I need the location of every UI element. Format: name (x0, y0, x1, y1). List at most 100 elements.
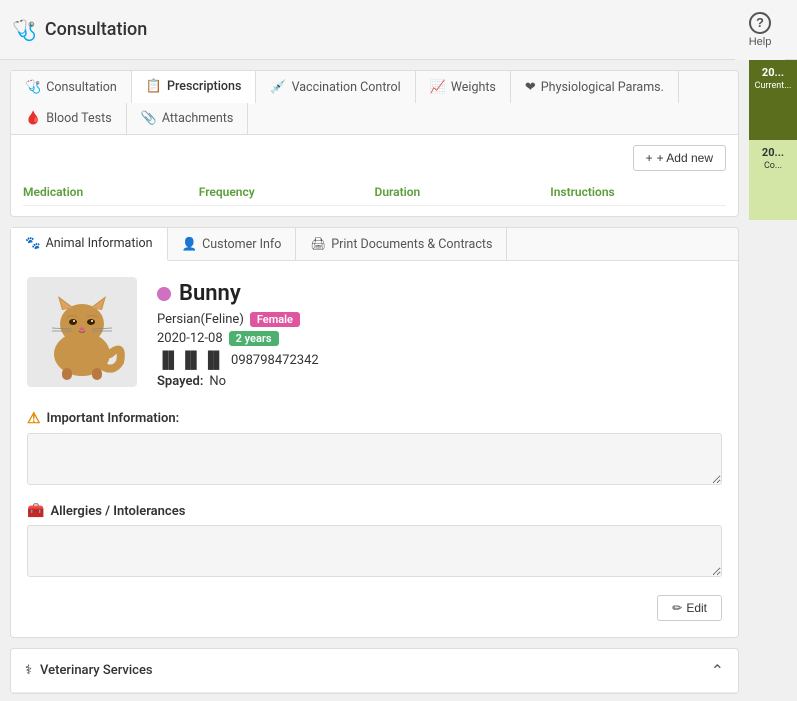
animal-info-card: Bunny Persian(Feline) Female 2020-12-08 … (11, 261, 738, 637)
birthdate-row: 2020-12-08 2 years (157, 331, 319, 346)
barcode-row: ▐▌▐▌▐▌ 098798472342 (157, 350, 319, 370)
help-label: Help (749, 36, 772, 48)
add-new-button[interactable]: + + Add new (633, 145, 726, 171)
animal-details: Bunny Persian(Feline) Female 2020-12-08 … (157, 277, 319, 389)
edit-icon: ✏ (672, 601, 682, 615)
tab-attachments[interactable]: 📎 Attachments (127, 103, 249, 134)
stethoscope-icon: 🩺 (12, 18, 37, 42)
help-icon: ? (749, 12, 771, 34)
warning-icon: ⚠ (27, 409, 40, 427)
vaccination-tab-icon: 💉 (270, 80, 286, 95)
allergies-section: 🧰 Allergies / Intolerances (27, 503, 722, 581)
help-button[interactable]: ? Help (735, 0, 785, 60)
tab-print-docs[interactable]: 🖨 Print Documents & Contracts (296, 228, 507, 260)
customer-info-tab-label: Customer Info (202, 237, 281, 252)
left-content: 🩺 Consultation 📋 Prescriptions 💉 Vaccina… (0, 60, 749, 701)
col-medication: Medication (23, 185, 199, 199)
prescriptions-tab-icon: 📋 (146, 79, 162, 94)
physiological-tab-icon: ❤ (525, 80, 536, 95)
cat-image (32, 282, 132, 382)
consultation-tab-icon: 🩺 (25, 80, 41, 95)
col-frequency: Frequency (199, 185, 375, 199)
attachments-tab-icon: 📎 (141, 111, 157, 126)
header-left: 🩺 Consultation (12, 18, 147, 42)
allergies-title-row: 🧰 Allergies / Intolerances (27, 503, 722, 519)
sidebar-card-previous-label: Co... (764, 161, 782, 172)
vet-services-section: ⚕ Veterinary Services ⌃ (10, 648, 739, 694)
add-new-row: + + Add new (23, 145, 726, 171)
tab-prescriptions[interactable]: 📋 Prescriptions (132, 71, 257, 104)
vet-services-title: ⚕ Veterinary Services (25, 663, 153, 678)
tab-blood[interactable]: 🩸 Blood Tests (11, 103, 127, 134)
barcode-icon: ▐▌▐▌▐▌ (157, 350, 225, 370)
main-layout: 🩺 Consultation 📋 Prescriptions 💉 Vaccina… (0, 60, 797, 701)
animal-info-tab-icon: 🐾 (25, 236, 41, 251)
status-dot (157, 287, 171, 301)
species-row: Persian(Feline) Female (157, 312, 319, 327)
animal-name: Bunny (179, 281, 241, 306)
tab-prescriptions-label: Prescriptions (167, 79, 241, 94)
important-info-title-row: ⚠ Important Information: (27, 409, 722, 427)
tab-attachments-label: Attachments (162, 111, 234, 126)
sidebar-card-current-label: Current... (755, 81, 792, 92)
tab-consultation-label: Consultation (46, 80, 117, 95)
important-info-title: Important Information: (46, 411, 179, 426)
sidebar-card-previous[interactable]: 20... Co... (749, 140, 797, 220)
tab-weights[interactable]: 📈 Weights (416, 71, 511, 103)
important-info-textarea[interactable] (27, 433, 722, 485)
spayed-row: Spayed: No (157, 374, 319, 389)
app-header: 🩺 Consultation ? Help (0, 0, 797, 60)
sidebar-card-current[interactable]: 20... Current... (749, 60, 797, 140)
prescriptions-content: + + Add new Medication Frequency Duratio… (11, 135, 738, 216)
chevron-up-icon: ⌃ (711, 661, 724, 680)
sex-badge: Female (250, 312, 300, 327)
birth-date: 2020-12-08 (157, 331, 223, 346)
important-info-section: ⚠ Important Information: (27, 409, 722, 489)
animal-tabs-bar: 🐾 Animal Information 👤 Customer Info 🖨 P… (11, 228, 738, 261)
animal-section: 🐾 Animal Information 👤 Customer Info 🖨 P… (10, 227, 739, 638)
sidebar-card-current-year: 20... (762, 66, 784, 79)
col-duration: Duration (375, 185, 551, 199)
allergies-textarea[interactable] (27, 525, 722, 577)
page-title: Consultation (45, 19, 147, 40)
print-docs-tab-label: Print Documents & Contracts (331, 237, 492, 252)
allergies-title: Allergies / Intolerances (50, 504, 185, 519)
tab-physiological[interactable]: ❤ Physiological Params. (511, 71, 679, 103)
tab-blood-label: Blood Tests (46, 111, 111, 126)
animal-photo (27, 277, 137, 387)
prescription-table-headers: Medication Frequency Duration Instructio… (23, 179, 726, 206)
allergies-icon: 🧰 (27, 503, 44, 519)
add-new-label: + Add new (657, 151, 713, 165)
tab-vaccination[interactable]: 💉 Vaccination Control (256, 71, 415, 103)
weights-tab-icon: 📈 (430, 80, 446, 95)
edit-label: Edit (686, 601, 707, 615)
tab-vaccination-label: Vaccination Control (292, 80, 401, 95)
barcode-value: 098798472342 (231, 353, 319, 368)
species-label: Persian(Feline) (157, 312, 244, 327)
vet-services-label: Veterinary Services (40, 663, 153, 678)
col-instructions: Instructions (550, 185, 726, 199)
spayed-value: No (209, 374, 226, 389)
tab-consultation[interactable]: 🩺 Consultation (11, 71, 132, 103)
tabs-bar: 🩺 Consultation 📋 Prescriptions 💉 Vaccina… (11, 71, 738, 135)
vet-services-header[interactable]: ⚕ Veterinary Services ⌃ (11, 649, 738, 693)
tab-weights-label: Weights (451, 80, 496, 95)
prescription-section: 🩺 Consultation 📋 Prescriptions 💉 Vaccina… (10, 70, 739, 217)
age-badge: 2 years (229, 331, 279, 346)
edit-row: ✏ Edit (27, 595, 722, 621)
spayed-label: Spayed: (157, 374, 203, 389)
customer-info-tab-icon: 👤 (182, 237, 198, 252)
animal-profile: Bunny Persian(Feline) Female 2020-12-08 … (27, 277, 722, 389)
tab-customer-info[interactable]: 👤 Customer Info (168, 228, 297, 260)
animal-name-row: Bunny (157, 281, 319, 306)
print-docs-tab-icon: 🖨 (310, 237, 326, 252)
animal-info-tab-label: Animal Information (46, 236, 153, 251)
vet-services-icon: ⚕ (25, 663, 32, 678)
right-sidebar: 20... Current... 20... Co... (749, 60, 797, 701)
sidebar-card-previous-year: 20... (762, 146, 784, 159)
add-icon: + (646, 151, 653, 165)
tab-animal-info[interactable]: 🐾 Animal Information (11, 228, 168, 261)
blood-tab-icon: 🩸 (25, 111, 41, 126)
tab-physiological-label: Physiological Params. (541, 80, 664, 95)
edit-button[interactable]: ✏ Edit (657, 595, 722, 621)
